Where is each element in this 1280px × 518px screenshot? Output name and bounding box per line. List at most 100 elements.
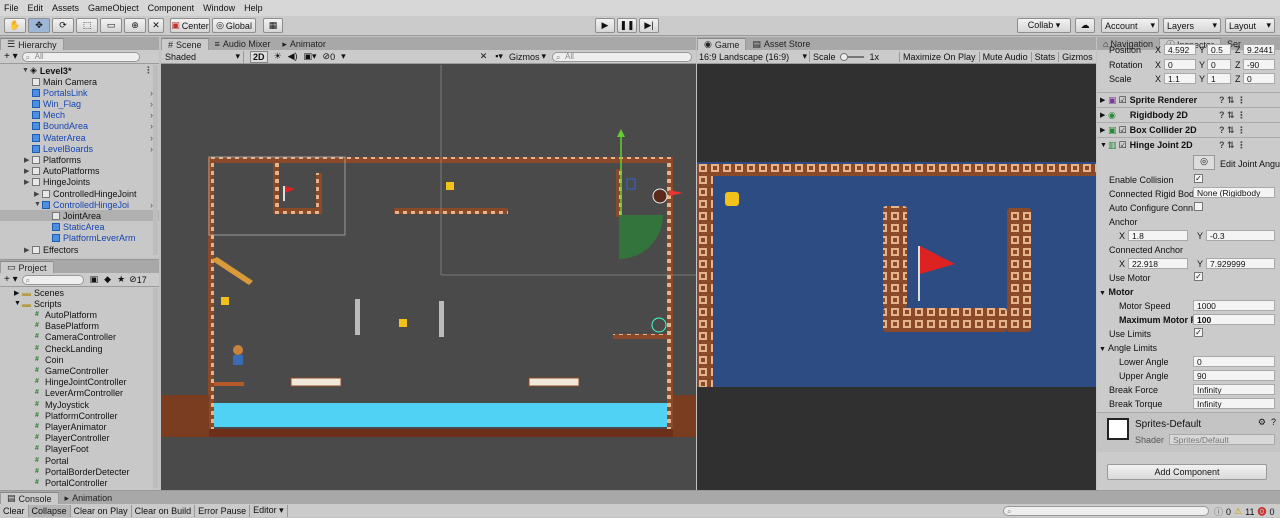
menu-item-gameobject[interactable]: GameObject [88,3,139,13]
error-icon[interactable]: ⓿ [1257,505,1266,518]
scale-slider[interactable] [839,52,864,61]
game-view[interactable] [697,162,1096,387]
add-component-button[interactable]: Add Component [1107,464,1267,480]
project-search-input[interactable]: ⌕ [21,274,84,285]
connected-anchor-y-field[interactable]: 7.929999 [1206,258,1275,269]
create-plus-icon[interactable]: + ▾ [4,51,18,62]
tab-animation[interactable]: ▸ Animation [59,492,119,504]
expand-arrow-icon[interactable]: ▶ [34,190,42,198]
menu-item-component[interactable]: Component [148,3,195,13]
layers-dropdown[interactable]: Layers ▾ [1163,18,1221,33]
hierarchy-item[interactable]: PlatformLeverArm [0,233,159,244]
rotate-tool-icon[interactable]: ⟳ [52,18,74,33]
pause-button[interactable]: ❚❚ [617,18,637,33]
help-icon[interactable]: ? ⇅ ⋮ [1219,125,1246,136]
console-button-clear-on-build[interactable]: Clear on Build [132,504,196,517]
script-item[interactable]: # PlayerController [0,433,159,444]
lower-angle-field[interactable]: 0 [1193,356,1275,367]
tab-game[interactable]: ◉ Game [697,38,747,50]
script-item[interactable]: # BasePlatform [0,321,159,332]
maximize-on-play-toggle[interactable]: Maximize On Play [899,51,979,62]
info-count-icon[interactable]: ⓘ [1214,505,1223,518]
scale-y-field[interactable]: 1 [1207,73,1231,84]
game-gizmos-toggle[interactable]: Gizmos [1058,51,1096,62]
menu-item-file[interactable]: File [4,3,19,13]
tab-hierarchy[interactable]: ☰ Hierarchy [0,38,64,50]
account-dropdown[interactable]: Account ▾ [1101,18,1159,33]
camera-icon[interactable]: ▪▾ [495,51,503,62]
menu-item-window[interactable]: Window [203,3,235,13]
menu-item-edit[interactable]: Edit [28,3,44,13]
hierarchy-item[interactable]: ▶ Effectors [0,244,159,255]
lighting-icon[interactable]: ☀ [274,51,282,62]
script-item[interactable]: # CheckLanding [0,343,159,354]
help-icon[interactable]: ? ⇅ ⋮ [1219,140,1246,151]
collab-button[interactable]: Collab ▾ [1017,18,1071,33]
hierarchy-item[interactable]: Mech › [0,110,159,121]
tab-scene[interactable]: # Scene [161,38,209,50]
folder-row-scripts[interactable]: ▼ ▬ Scripts [0,298,159,309]
enable-collision-checkbox[interactable]: ✓ [1194,174,1203,183]
hierarchy-item[interactable]: LevelBoards › [0,143,159,154]
script-item[interactable]: # PlayerAnimator [0,422,159,433]
script-item[interactable]: # AutoPlatform [0,310,159,321]
component-hinge-joint2d[interactable]: ▼ ▥ ☑ Hinge Joint 2D ? ⇅ ⋮ [1097,137,1280,152]
material-settings-icon[interactable]: ⚙ [1258,417,1266,428]
connected-rb-field[interactable]: None (Rigidbody [1193,187,1275,198]
rotation-x-field[interactable]: 0 [1164,59,1196,70]
position-z-field[interactable]: 9.2441 [1243,44,1275,55]
pivot-center-button[interactable]: ▣ Center [170,18,210,33]
use-motor-checkbox[interactable]: ✓ [1194,272,1203,281]
console-button-collapse[interactable]: Collapse [28,504,71,517]
upper-angle-field[interactable]: 90 [1193,370,1275,381]
filter-type-icon[interactable]: ▣ [90,274,99,285]
shading-dropdown[interactable]: Shaded ▾ [161,50,244,63]
grid-snap-icon[interactable]: ▦ [263,18,283,33]
expand-arrow-icon[interactable]: ▼ [34,201,42,208]
tab-audio-mixer[interactable]: ≡ Audio Mixer [209,38,277,50]
mute-audio-toggle[interactable]: Mute Audio [978,51,1031,62]
motor-foldout[interactable]: ▼ Motor [1099,287,1133,297]
effects-icon[interactable]: ▣▾ [304,51,317,62]
hierarchy-item[interactable]: BoundArea › [0,121,159,132]
script-item[interactable]: # PortalController [0,478,159,489]
audio-icon[interactable]: ◀) [288,51,298,62]
script-item[interactable]: # CameraController [0,332,159,343]
hierarchy-scrollbar[interactable] [153,65,158,255]
hierarchy-search-input[interactable]: ⌕ All [21,51,140,62]
menu-item-help[interactable]: Help [244,3,263,13]
scale-x-field[interactable]: 1.1 [1164,73,1196,84]
break-force-field[interactable]: Infinity [1193,384,1275,395]
scale-slider-thumb[interactable] [839,52,848,61]
tools-icon[interactable]: ✕ [480,51,488,62]
scene-viewport[interactable] [161,65,696,490]
favorite-star-icon[interactable]: ★ [117,274,125,285]
auto-configure-checkbox[interactable] [1194,202,1203,211]
tab-project[interactable]: ▭ Project [0,261,54,273]
script-item[interactable]: # Portal [0,455,159,466]
rotation-y-field[interactable]: 0 [1207,59,1231,70]
script-item[interactable]: # LeverArmController [0,388,159,399]
hinge-anchor-icon[interactable] [652,188,668,204]
expand-arrow-icon[interactable]: ▶ [24,178,32,186]
position-x-field[interactable]: 4.592 [1164,44,1196,55]
menu-item-assets[interactable]: Assets [52,3,79,13]
cloud-icon[interactable]: ☁ [1075,18,1095,33]
global-button[interactable]: ◎ Global [212,18,256,33]
project-scrollbar[interactable] [153,288,158,488]
help-icon[interactable]: ? ⇅ ⋮ [1219,110,1246,121]
folder-row-scenes[interactable]: ▶ ▬ Scenes [0,287,159,298]
component-sprite-renderer[interactable]: ▶ ▣ ☑ Sprite Renderer ? ⇅ ⋮ [1097,92,1280,107]
component-box-collider2d[interactable]: ▶ ▣ ☑ Box Collider 2D ? ⇅ ⋮ [1097,122,1280,137]
rotation-z-field[interactable]: -90 [1243,59,1275,70]
warning-icon[interactable]: ⚠ [1234,506,1242,517]
move-tool-icon[interactable]: ✥ [28,18,50,33]
expand-arrow-icon[interactable]: ▶ [24,167,32,175]
scale-z-field[interactable]: 0 [1243,73,1275,84]
script-item[interactable]: # PlayerFoot [0,444,159,455]
hand-tool-icon[interactable]: ✋ [4,18,26,33]
position-y-field[interactable]: 0.5 [1207,44,1231,55]
scene-menu-icon[interactable]: ⋮ [144,65,153,76]
motor-speed-field[interactable]: 1000 [1193,300,1275,311]
scene-search-input[interactable]: ⌕ All [552,51,692,62]
